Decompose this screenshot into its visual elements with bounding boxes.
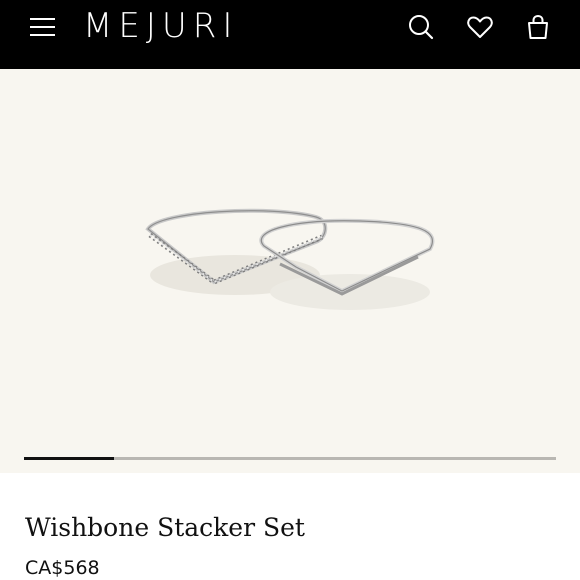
hamburger-menu-icon[interactable] (30, 16, 56, 38)
gallery-progress-track (24, 457, 556, 460)
product-image-gallery[interactable] (0, 69, 580, 473)
heart-icon[interactable] (465, 12, 495, 42)
search-icon[interactable] (406, 12, 436, 42)
product-image[interactable] (0, 69, 580, 473)
shopping-bag-icon[interactable] (523, 12, 553, 42)
top-navigation-bar: MEJURI (0, 0, 580, 69)
product-price: CA$568 (25, 557, 100, 579)
brand-logo[interactable]: MEJURI (83, 9, 238, 43)
gallery-progress-indicator (24, 457, 115, 460)
product-info: Wishbone Stacker Set CA$568 (0, 473, 580, 580)
product-title: Wishbone Stacker Set (25, 513, 305, 542)
